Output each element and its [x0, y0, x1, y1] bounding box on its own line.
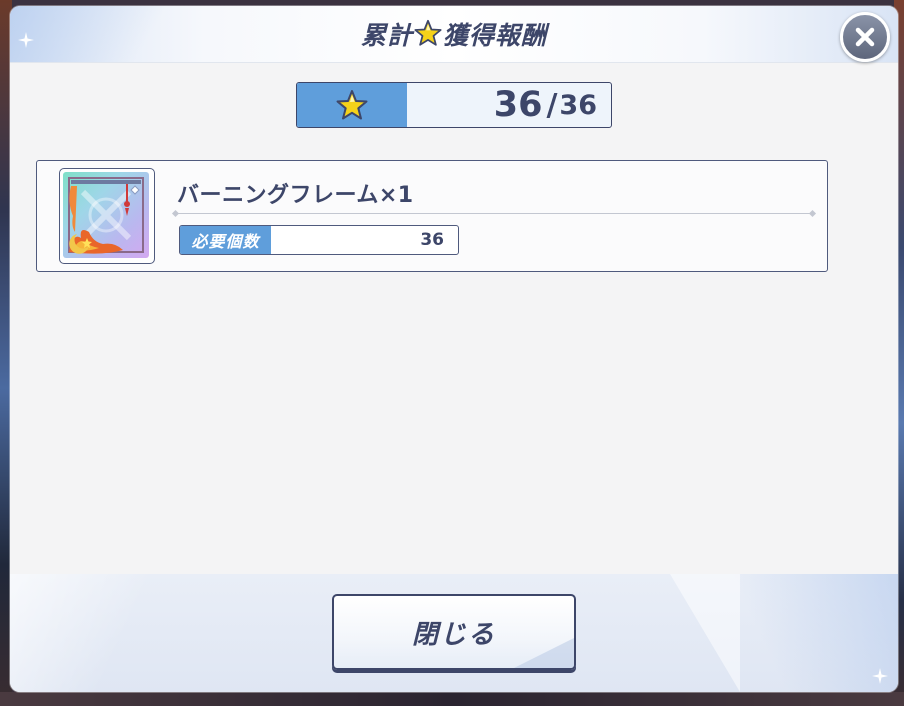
- reward-divider: [175, 213, 813, 214]
- background-bottom-edge: [0, 692, 904, 706]
- frame-item-icon: [63, 172, 149, 258]
- sparkle-icon: [872, 668, 888, 684]
- reward-item-card: バーニングフレーム×1 必要個数 36: [36, 160, 828, 272]
- requirement-value: 36: [420, 230, 444, 250]
- dialog-title-suffix: 獲得報酬: [443, 21, 548, 50]
- requirement-label: 必要個数: [180, 226, 271, 254]
- close-x-icon: [855, 27, 875, 47]
- star-icon: [336, 90, 368, 120]
- close-button[interactable]: [840, 12, 890, 62]
- dialog-header: 累計 獲得報酬: [10, 6, 898, 63]
- reward-dialog: 累計 獲得報酬 36 / 36 バーニングフレーム×1 必要個数 36 閉じる: [10, 6, 898, 692]
- counter-current: 36: [493, 85, 543, 125]
- counter-icon-box: [297, 83, 407, 127]
- star-progress-counter: 36 / 36: [296, 82, 612, 128]
- close-dialog-label: 閉じる: [411, 619, 496, 650]
- dialog-title: 累計 獲得報酬: [10, 6, 898, 62]
- footer-decoration: [10, 574, 200, 692]
- star-icon: [414, 19, 442, 46]
- reward-item-name: バーニングフレーム×1: [177, 183, 414, 208]
- counter-value: 36 / 36: [494, 83, 597, 127]
- close-dialog-button[interactable]: 閉じる: [332, 594, 576, 670]
- dialog-title-prefix: 累計: [360, 21, 413, 50]
- reward-thumbnail: [59, 168, 155, 264]
- counter-separator: /: [546, 87, 558, 123]
- footer-decoration: [670, 574, 740, 692]
- requirement-bar: 必要個数 36: [179, 225, 459, 255]
- counter-total: 36: [559, 89, 597, 121]
